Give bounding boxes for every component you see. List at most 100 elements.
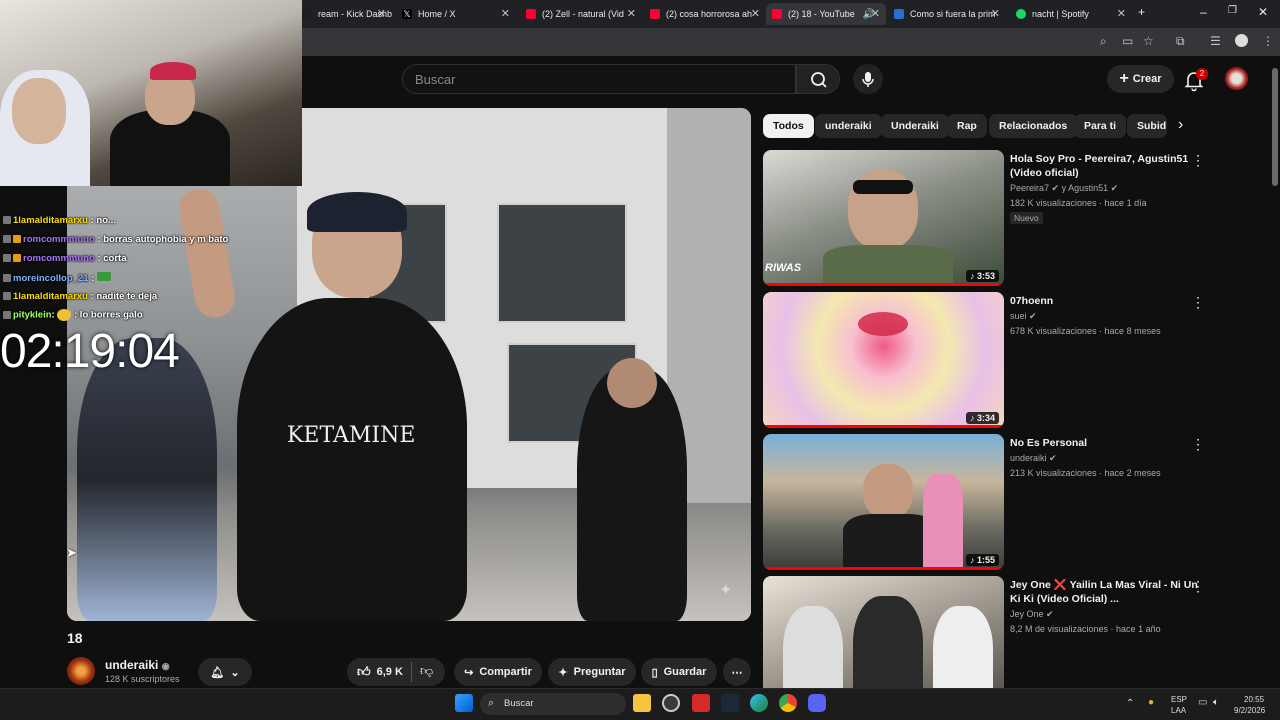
discord-icon[interactable] xyxy=(808,694,826,712)
recommendation-title[interactable]: 07hoenn xyxy=(1010,294,1205,308)
ask-button[interactable]: ✦ Preguntar xyxy=(548,658,636,686)
more-options-icon[interactable]: ⋮ xyxy=(1191,578,1203,595)
share-button[interactable]: ↪ Compartir xyxy=(454,658,542,686)
recommendation-item[interactable]: Jey One ❌ Yailin La Mas Viral - Ni Un Ki… xyxy=(763,576,1203,688)
new-tab-button[interactable]: + xyxy=(1138,5,1145,19)
windows-start-icon[interactable] xyxy=(455,694,473,712)
chip-underaiki-2[interactable]: Underaiki xyxy=(881,114,949,138)
close-tab-icon[interactable]: ✕ xyxy=(751,7,760,20)
tab-spotify[interactable]: nacht | Spotify ✕ xyxy=(1010,3,1132,25)
chrome-icon[interactable] xyxy=(779,694,797,712)
subscribed-bell-button[interactable]: 🔔︎ ⌄ xyxy=(198,658,252,686)
more-options-icon[interactable]: ⋮ xyxy=(1191,294,1205,311)
obs-icon[interactable] xyxy=(662,694,680,712)
recommendation-channel[interactable]: Jey One ✔ xyxy=(1010,609,1054,620)
close-tab-icon[interactable]: ✕ xyxy=(871,7,880,20)
close-tab-icon[interactable]: ✕ xyxy=(377,7,386,20)
emote-icon xyxy=(96,272,111,281)
tab-como-si[interactable]: Como si fuera la prim ✕ xyxy=(888,3,1006,25)
chevron-up-icon[interactable]: ⌃ xyxy=(1126,698,1134,709)
tab-youtube-18[interactable]: (2) 18 - YouTube 🔊 ✕ xyxy=(766,3,886,25)
search-icon: ⌕ xyxy=(488,697,495,709)
x-favicon-icon: 𝕏 xyxy=(402,9,412,19)
chip-rap[interactable]: Rap xyxy=(947,114,987,138)
recommendation-item[interactable]: ♪ 1:55 No Es Personal underaiki ✔ 213 K … xyxy=(763,434,1205,570)
maximize-button[interactable]: ❐ xyxy=(1228,5,1237,16)
save-button[interactable]: ▯ Guardar xyxy=(641,658,717,686)
recommendation-title[interactable]: No Es Personal xyxy=(1010,436,1205,450)
zoom-icon[interactable]: ⌕ xyxy=(1100,34,1107,49)
building-window xyxy=(497,203,627,323)
cast-icon[interactable]: ▭ xyxy=(1122,34,1133,48)
language-indicator[interactable]: ESP xyxy=(1171,695,1187,704)
app-icon[interactable] xyxy=(692,694,710,712)
bookmark-star-icon[interactable]: ☆ xyxy=(1143,34,1154,48)
chips-next-chevron-icon[interactable]: › xyxy=(1178,116,1183,134)
file-explorer-icon[interactable] xyxy=(633,694,651,712)
recommendation-channel[interactable]: Peereira7 ✔ y Agustin51 ✔ xyxy=(1010,183,1118,194)
tab-youtube-zell[interactable]: (2) Zell - natural (Vid ✕ xyxy=(520,3,642,25)
volume-icon[interactable]: 🔈︎ xyxy=(1213,697,1219,708)
recommendation-item[interactable]: ♪ 3:34 07hoenn suei ✔ 678 K visualizacio… xyxy=(763,292,1205,428)
chip-underaiki[interactable]: underaiki xyxy=(815,114,882,138)
thumbnail-figure xyxy=(853,596,923,688)
steam-icon[interactable] xyxy=(721,694,739,712)
tray-app-icon[interactable]: ● xyxy=(1148,697,1154,708)
chat-username: 1lamalditamarxu xyxy=(13,215,88,226)
thumbs-up-icon: 👍︎ xyxy=(357,664,371,679)
more-options-icon[interactable]: ⋮ xyxy=(1191,436,1205,453)
youtube-favicon-icon xyxy=(772,9,782,19)
more-options-icon[interactable]: ⋮ xyxy=(1191,152,1205,169)
video-thumbnail[interactable]: RIWAS ♪ 3:53 xyxy=(763,150,1004,286)
recommendation-channel[interactable]: underaiki ✔ xyxy=(1010,453,1057,464)
minimize-button[interactable]: – xyxy=(1200,5,1207,19)
video-thumbnail[interactable]: ♪ 1:55 xyxy=(763,434,1004,570)
chip-para-ti[interactable]: Para ti xyxy=(1074,114,1127,138)
more-actions-button[interactable]: ⋯ xyxy=(723,658,751,686)
channel-avatar[interactable] xyxy=(67,657,95,685)
dislike-button[interactable]: 👎︎ xyxy=(420,663,433,679)
close-tab-icon[interactable]: ✕ xyxy=(501,7,510,20)
network-icon[interactable]: ▭ xyxy=(1198,697,1207,708)
close-tab-icon[interactable]: ✕ xyxy=(991,7,1000,20)
tab-label: (2) 18 - YouTube xyxy=(788,9,855,19)
chip-relacionados[interactable]: Relacionados xyxy=(989,114,1078,138)
video-thumbnail[interactable]: ♪ 3:34 xyxy=(763,292,1004,428)
search-button[interactable] xyxy=(796,64,840,94)
new-badge: Nuevo xyxy=(1010,212,1043,224)
recommendation-title[interactable]: Jey One ❌ Yailin La Mas Viral - Ni Un Ki… xyxy=(1010,578,1203,606)
recommendation-item[interactable]: RIWAS ♪ 3:53 Hola Soy Pro - Peereira7, A… xyxy=(763,150,1205,286)
chip-subidos[interactable]: Subid xyxy=(1127,114,1167,138)
tab-label: Home / X xyxy=(418,9,456,19)
voice-search-button[interactable] xyxy=(853,64,883,94)
chip-todos[interactable]: Todos xyxy=(763,114,814,138)
close-tab-icon[interactable]: ✕ xyxy=(627,7,636,20)
profile-icon[interactable] xyxy=(1235,34,1248,47)
close-tab-icon[interactable]: ✕ xyxy=(1117,7,1126,20)
media-control-icon[interactable]: ☰ xyxy=(1210,34,1221,48)
scrollbar-thumb[interactable] xyxy=(1272,68,1278,186)
duration-badge: ♪ 3:34 xyxy=(965,412,999,424)
sparkle-icon: ✦ xyxy=(558,666,568,679)
person-center-black-shirt xyxy=(237,298,467,621)
microphone-icon xyxy=(862,72,874,87)
extensions-icon[interactable]: ⧉ xyxy=(1176,34,1185,49)
video-thumbnail[interactable] xyxy=(763,576,1004,688)
channel-name[interactable]: underaiki ◉ xyxy=(105,658,170,672)
close-window-button[interactable]: ✕ xyxy=(1258,5,1268,19)
tab-kick[interactable]: ream - Kick Dashbo ✕ xyxy=(296,3,392,25)
person-left xyxy=(77,338,217,621)
tab-youtube-cosa[interactable]: (2) cosa horrorosa ah ✕ xyxy=(644,3,766,25)
account-avatar[interactable] xyxy=(1225,67,1248,90)
create-button[interactable]: + Crear xyxy=(1107,65,1174,93)
clock-time[interactable]: 20:55 xyxy=(1244,695,1264,704)
tab-label: (2) cosa horrorosa ah xyxy=(666,9,753,19)
chevron-down-icon: ⌄ xyxy=(230,666,240,679)
search-input[interactable]: Buscar xyxy=(402,64,796,94)
recommendation-channel[interactable]: suei ✔ xyxy=(1010,311,1037,322)
taskbar-search[interactable]: Buscar xyxy=(480,693,626,715)
menu-kebab-icon[interactable]: ⋮ xyxy=(1262,34,1274,48)
recommendation-title[interactable]: Hola Soy Pro - Peereira7, Agustin51 (Vid… xyxy=(1010,152,1205,180)
edge-icon[interactable] xyxy=(750,694,768,712)
tab-x[interactable]: 𝕏 Home / X ✕ xyxy=(396,3,516,25)
